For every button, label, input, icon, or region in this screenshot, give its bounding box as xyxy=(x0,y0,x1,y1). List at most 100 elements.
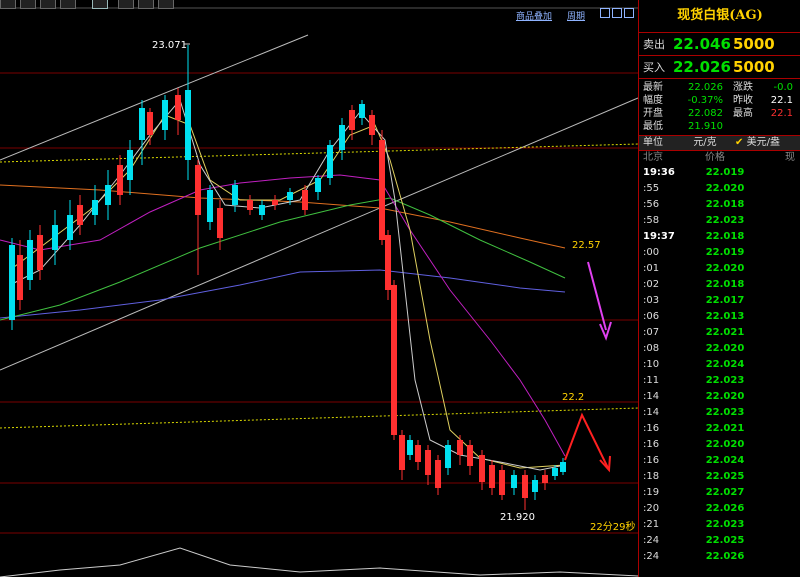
stat-key: 幅度 xyxy=(643,95,663,106)
candle-body xyxy=(560,462,566,472)
unit-value[interactable]: 元/克 xyxy=(675,136,735,150)
toolbar-icon-6[interactable] xyxy=(118,0,134,9)
candle-body xyxy=(259,205,265,215)
tick-row: :56 22.018 xyxy=(639,197,800,213)
layout-split-icon[interactable] xyxy=(612,8,622,18)
currency-label: 美元/盎 xyxy=(746,137,780,148)
tick-time: :01 xyxy=(643,263,660,274)
indicator-line xyxy=(0,547,638,577)
sell-volume: 5000 xyxy=(733,35,775,53)
high-price-label: 23.071 xyxy=(152,40,187,51)
buy-quote-row[interactable]: 买入 22.026 5000 xyxy=(639,56,800,79)
stat-value: 22.1 xyxy=(770,95,793,106)
tick-price: 22.023 xyxy=(705,407,745,418)
channel-lower-line xyxy=(0,97,638,371)
buy-label: 买入 xyxy=(643,61,665,74)
candle-body xyxy=(37,235,43,270)
stat-key: 最新 xyxy=(643,82,663,93)
layout-list-icon[interactable] xyxy=(624,8,634,18)
unit-row: 单位 元/克 ✔ 美元/盎 xyxy=(639,136,800,151)
ticks-header-time: 北京 xyxy=(643,152,663,163)
tick-time: :56 xyxy=(643,199,660,210)
tick-price: 22.020 xyxy=(705,391,745,402)
sell-quote-row[interactable]: 卖出 22.046 5000 xyxy=(639,33,800,56)
candle-body xyxy=(27,240,33,280)
tick-row: :24 22.025 xyxy=(639,533,800,549)
tick-price: 22.026 xyxy=(705,551,745,562)
stat-key: 最高 xyxy=(733,108,753,119)
tick-row: :14 22.023 xyxy=(639,405,800,421)
toolbar-icon-8[interactable] xyxy=(158,0,174,9)
stat-key: 开盘 xyxy=(643,108,663,119)
tick-time: :16 xyxy=(643,423,660,434)
period-link[interactable]: 周期 xyxy=(567,9,585,22)
stat-key: 涨跌 xyxy=(733,82,753,93)
tick-time: :03 xyxy=(643,295,660,306)
tick-time: :20 xyxy=(643,503,660,514)
tick-price: 22.018 xyxy=(705,231,745,242)
candle-body xyxy=(67,215,73,240)
candle-body xyxy=(302,190,308,210)
toolbar-icon-5[interactable] xyxy=(92,0,108,9)
tick-price: 22.021 xyxy=(705,423,745,434)
tick-time: 19:37 xyxy=(643,231,675,242)
ticks-list[interactable]: 19:36 22.019:55 22.020:56 22.018:58 22.023 19… xyxy=(639,165,800,565)
candle-body xyxy=(391,285,397,435)
toolbar-icon-4[interactable] xyxy=(60,0,76,9)
candle-body xyxy=(407,440,413,455)
stat-row: 最新 22.026 涨跌 -0.0 xyxy=(639,81,800,94)
forecast-arrow-red xyxy=(564,412,609,469)
tick-price: 22.019 xyxy=(705,167,745,178)
ma60-line xyxy=(0,184,566,249)
tick-time: :11 xyxy=(643,375,660,386)
tick-price: 22.023 xyxy=(705,375,745,386)
tick-row: :16 22.021 xyxy=(639,421,800,437)
tick-row: :24 22.026 xyxy=(639,549,800,565)
candle-body xyxy=(511,475,517,488)
tick-row: :58 22.023 xyxy=(639,213,800,229)
candle-body xyxy=(399,435,405,470)
toolbar-icon-2[interactable] xyxy=(20,0,36,9)
candle-body xyxy=(272,200,278,205)
ma120-line xyxy=(0,269,566,319)
tick-row: :08 22.020 xyxy=(639,341,800,357)
tick-price: 22.020 xyxy=(705,263,745,274)
tick-price: 22.019 xyxy=(705,247,745,258)
tick-time: 19:36 xyxy=(643,167,675,178)
toolbar-icon-3[interactable] xyxy=(40,0,56,9)
currency-toggle[interactable]: ✔ 美元/盎 xyxy=(735,136,800,150)
candle-body xyxy=(499,470,505,495)
overlay-commodity-link[interactable]: 商品叠加 xyxy=(516,9,552,22)
candle-body xyxy=(467,445,473,466)
candle-body xyxy=(315,178,321,192)
tick-time: :07 xyxy=(643,327,660,338)
tick-price: 22.013 xyxy=(705,311,745,322)
candle-body xyxy=(522,475,528,498)
tick-time: :21 xyxy=(643,519,660,530)
stat-row: 最低 21.910 xyxy=(639,120,800,133)
chart-toolbar xyxy=(0,0,174,9)
toolbar-icon-1[interactable] xyxy=(0,0,16,9)
layout-grid-icon[interactable] xyxy=(600,8,610,18)
tick-price: 22.027 xyxy=(705,487,745,498)
stat-row: 开盘 22.082 最高 22.1 xyxy=(639,107,800,120)
candle-body xyxy=(52,225,58,250)
kline-chart[interactable]: 23.071 21.920 22.57 22.2 22分29秒 商品叠加 周期 xyxy=(0,0,638,577)
candle-body xyxy=(552,468,558,476)
tick-price: 22.026 xyxy=(705,503,745,514)
ma10-line xyxy=(9,114,566,469)
tick-time: :24 xyxy=(643,551,660,562)
candle-body xyxy=(127,150,133,180)
tick-time: :58 xyxy=(643,215,660,226)
candle-body xyxy=(195,165,201,215)
ma5-line xyxy=(9,98,566,471)
candle-body xyxy=(217,208,223,238)
buy-volume: 5000 xyxy=(733,58,775,76)
toolbar-icon-7[interactable] xyxy=(138,0,154,9)
chart-canvas[interactable]: 23.071 21.920 22.57 22.2 22分29秒 xyxy=(0,0,638,577)
candle-body xyxy=(207,190,213,222)
candle-body xyxy=(359,104,365,118)
candle-body xyxy=(185,90,191,160)
tick-row: :03 22.017 xyxy=(639,293,800,309)
candle-body xyxy=(532,480,538,492)
